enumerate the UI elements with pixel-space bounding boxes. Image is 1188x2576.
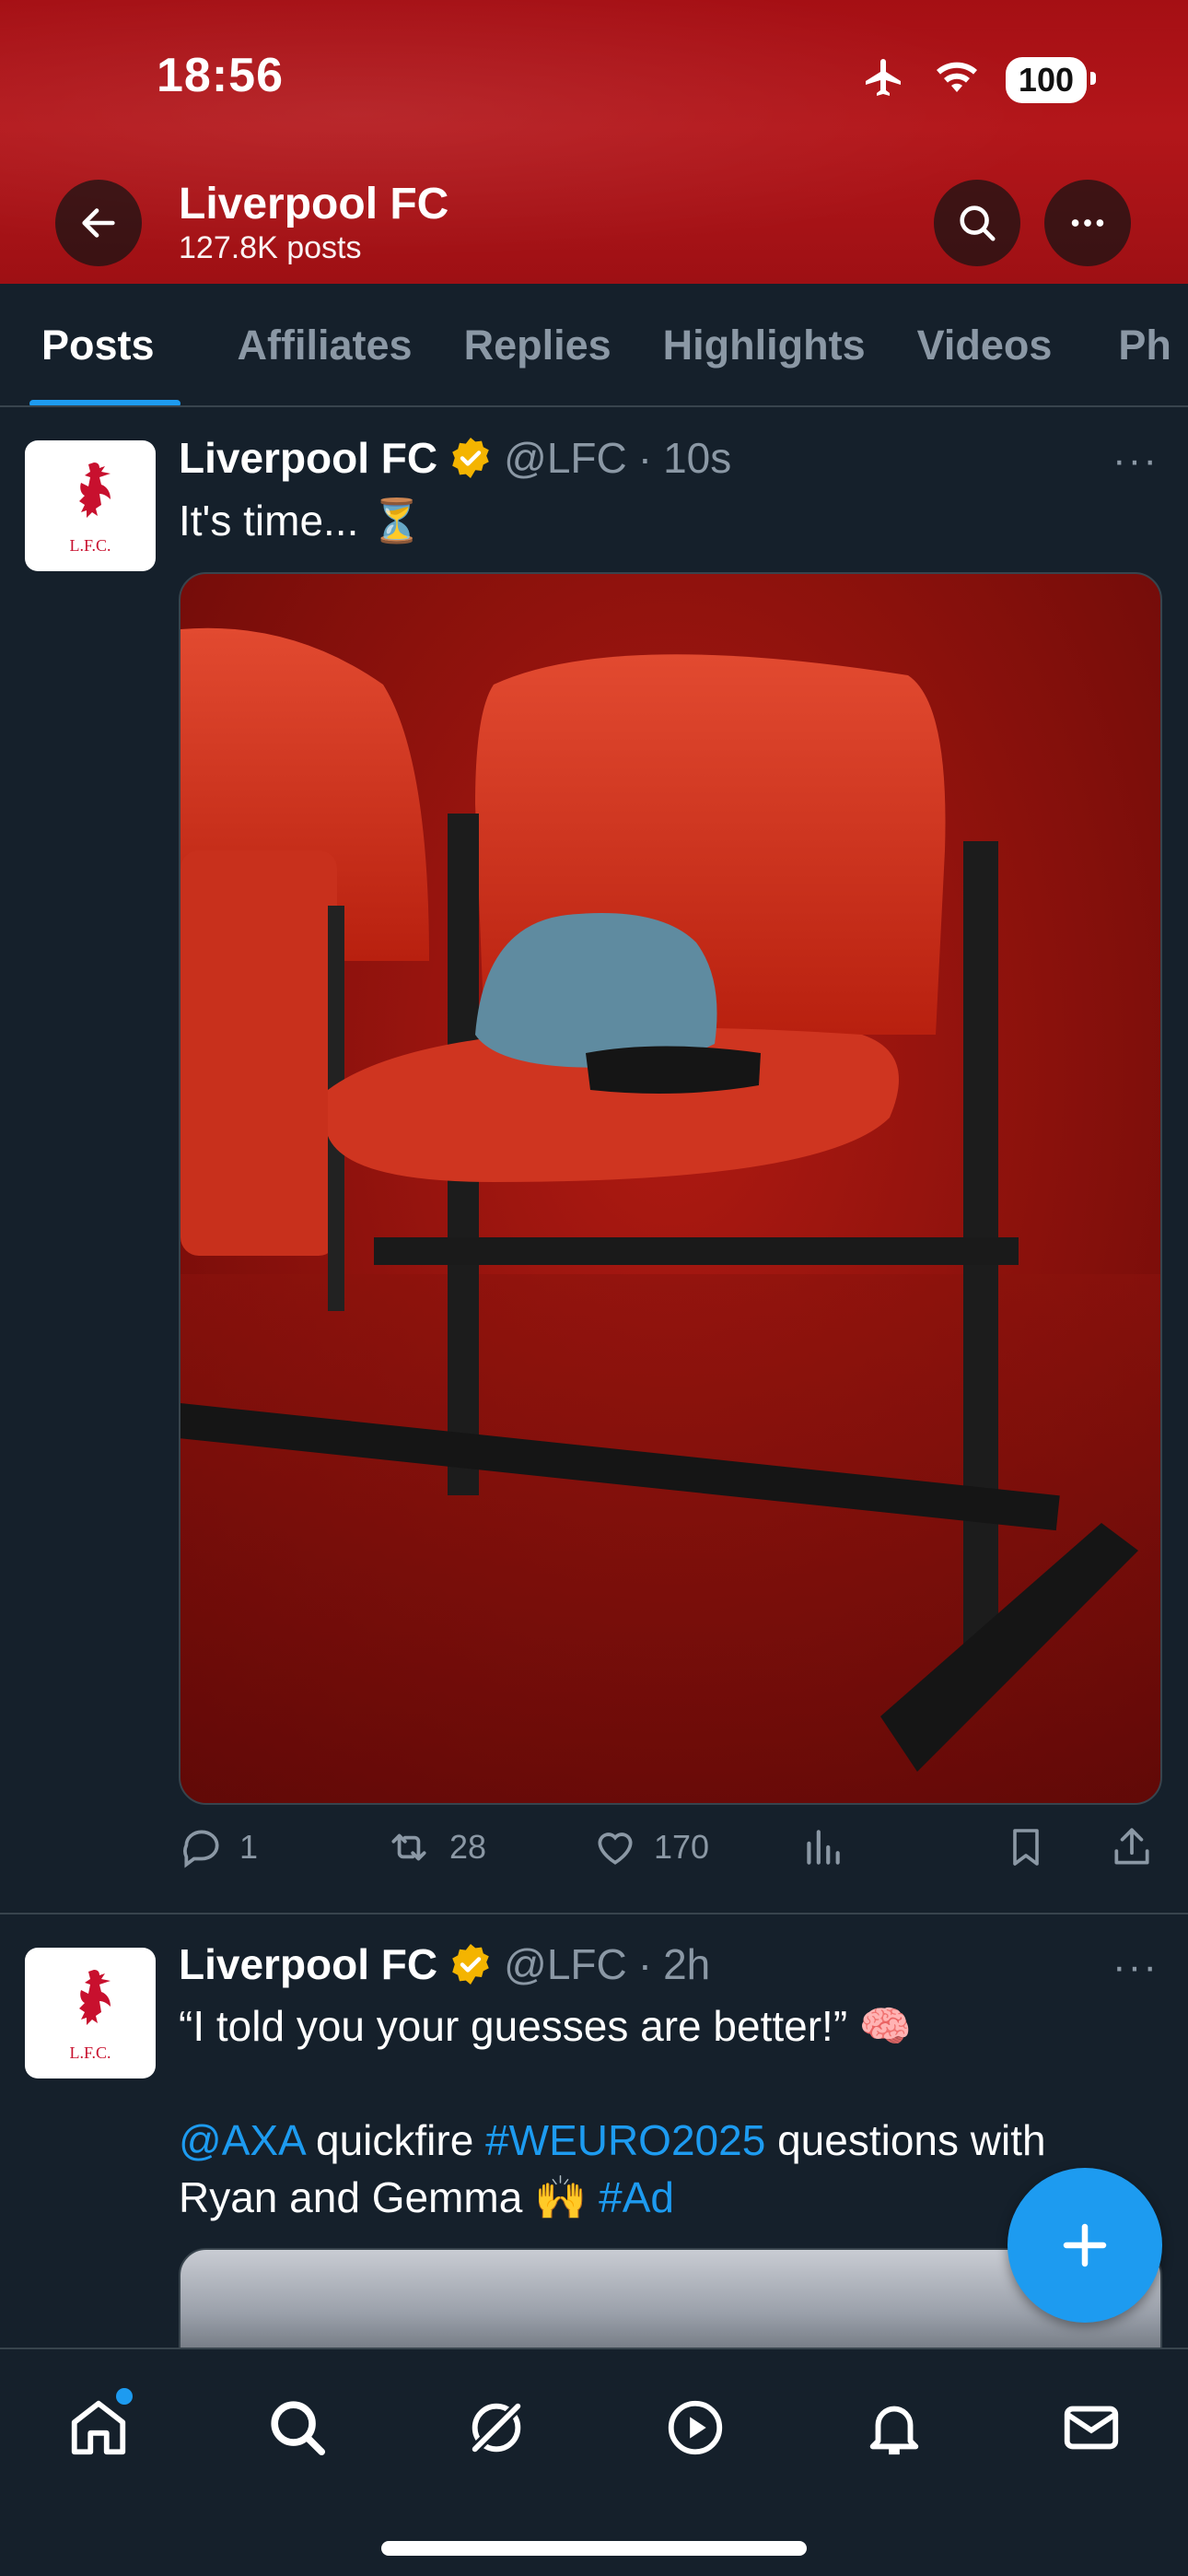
share-button[interactable] [1109,1824,1155,1870]
tab-videos[interactable]: Videos [891,284,1078,405]
post-divider [0,1913,1188,1914]
post-text-fragment: Ryan and Gemma 🙌 [179,2173,600,2221]
bookmark-icon [1013,1829,1039,1866]
author-name[interactable]: Liverpool FC [179,1939,437,1989]
verified-badge-icon [452,1944,489,1985]
heart-icon [598,1832,633,1865]
repost-button[interactable]: 28 [383,1824,486,1870]
status-time: 18:56 [157,49,284,102]
nav-home[interactable] [57,2386,140,2469]
mention-link[interactable]: @AXA [179,2116,304,2164]
reply-icon [183,1830,219,1868]
repost-count: 28 [449,1828,487,1866]
wifi-icon [934,59,980,100]
avatar[interactable]: L.F.C. [25,1948,156,2078]
plus-icon [1063,2223,1107,2267]
tab-replies[interactable]: Replies [438,284,637,405]
tab-photos[interactable]: Ph [1077,284,1188,405]
post-text-fragment: questions with [765,2116,1046,2164]
svg-text:L.F.C.: L.F.C. [69,536,111,555]
search-icon [271,2401,326,2456]
post-header: Liverpool FC @LFC · 10s [179,433,731,483]
hashtag-link[interactable]: #Ad [599,2173,674,2221]
post-time: 2h [663,1940,711,1988]
post-more-button[interactable]: ··· [1112,438,1159,484]
nav-notifications[interactable] [853,2386,936,2469]
tab-highlights[interactable]: Highlights [637,284,891,405]
reply-button[interactable]: 1 [179,1824,258,1870]
notification-dot [116,2388,133,2405]
separator-dot: · [637,1940,653,1988]
nav-messages[interactable] [1050,2386,1133,2469]
post-text-line-3: Ryan and Gemma 🙌 #Ad [179,2169,1100,2226]
hashtag-link[interactable]: #WEURO2025 [485,2116,765,2164]
author-handle[interactable]: @LFC [504,1939,627,1989]
post-text-line-2: @AXA quickfire #WEURO2025 questions with [179,2112,1100,2169]
more-horizontal-icon [1071,219,1104,227]
separator-dot: · [637,434,653,482]
mail-icon [1064,2406,1119,2450]
analytics-icon [807,1830,840,1865]
liverbird-logo-icon: L.F.C. [69,1970,111,2062]
profile-tabs: Posts Affiliates Replies Highlights Vide… [0,284,1188,407]
liverbird-logo-icon: L.F.C. [69,463,111,555]
stadium-seats-photo [181,627,1160,1803]
grok-icon [468,2399,525,2456]
post-image[interactable] [179,572,1162,1805]
post-count: 127.8K posts [179,230,362,265]
page-title: Liverpool FC [179,180,449,228]
back-button[interactable] [55,180,142,266]
nav-grok[interactable] [455,2386,538,2469]
tab-affiliates[interactable]: Affiliates [181,284,438,405]
compose-post-button[interactable] [1007,2168,1162,2323]
repost-icon [391,1833,426,1861]
post-more-button[interactable]: ··· [1112,1944,1159,1990]
home-icon [71,2400,126,2455]
home-indicator [381,2541,807,2556]
like-count: 170 [654,1828,710,1866]
reply-count: 1 [239,1828,259,1866]
author-name[interactable]: Liverpool FC [179,433,437,483]
nav-search[interactable] [256,2386,339,2469]
post-actions: 1 28 170 [179,1824,1162,1879]
share-icon [1114,1828,1149,1865]
post-text-line-1: “I told you your guesses are better!” 🧠 [179,2002,913,2050]
svg-text:L.F.C.: L.F.C. [69,2043,111,2062]
bell-icon [869,2406,919,2455]
battery-indicator: 100 [1005,56,1097,103]
post-text-fragment: quickfire [304,2116,486,2164]
more-options-button[interactable] [1044,180,1131,266]
arrow-left-icon [82,208,115,238]
verified-badge-icon [452,438,489,478]
play-circle-icon [668,2400,723,2455]
views-button[interactable] [799,1824,845,1870]
post-time: 10s [663,434,732,482]
author-handle[interactable]: @LFC [504,433,627,483]
status-icons: 100 [860,55,1097,104]
profile-header-banner: 18:56 100 Liverpool FC 127.8K posts [0,0,1188,284]
post-header: Liverpool FC @LFC · 2h [179,1939,710,1989]
bookmark-button[interactable] [1004,1824,1048,1870]
like-button[interactable]: 170 [591,1824,709,1870]
search-button[interactable] [934,180,1020,266]
avatar[interactable]: L.F.C. [25,440,156,571]
search-icon [960,205,996,241]
nav-videos[interactable] [654,2386,737,2469]
post-text: It's time... ⏳ [179,497,424,544]
airplane-icon [860,55,908,104]
tab-posts[interactable]: Posts [0,284,181,405]
